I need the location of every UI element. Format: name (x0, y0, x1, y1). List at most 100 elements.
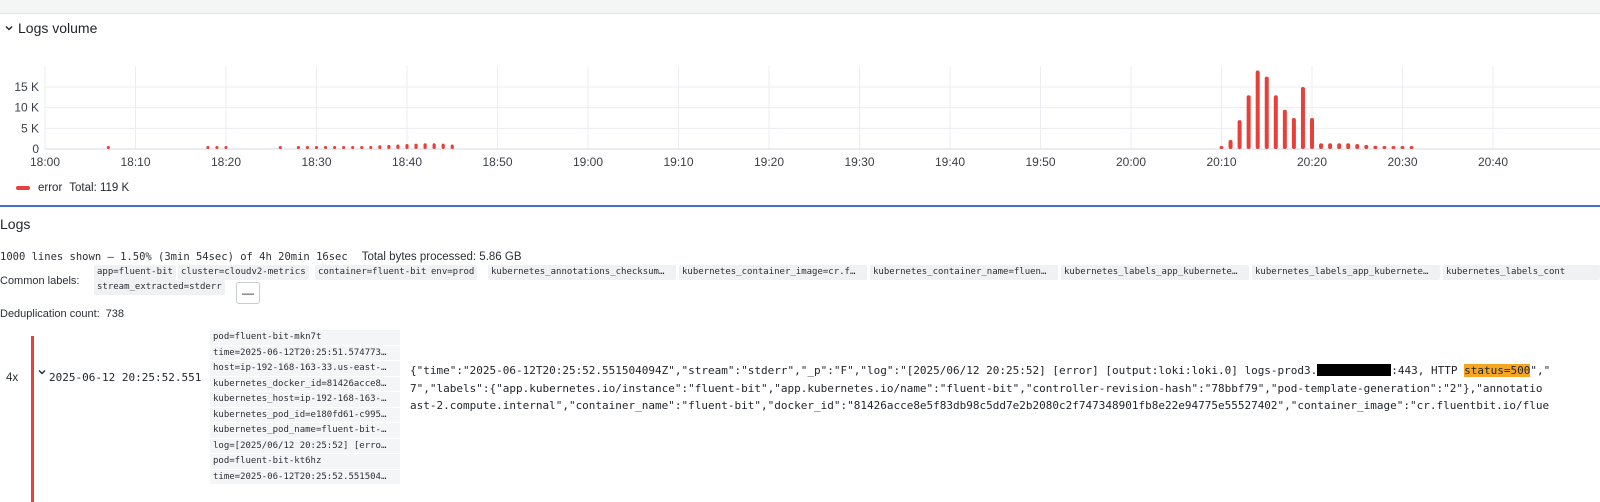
top-toolbar-strip (0, 0, 1600, 14)
x-tick-label: 18:30 (301, 155, 331, 169)
common-label-chip: app=fluent-bit (94, 265, 176, 280)
y-tick-label: 5 K (21, 121, 39, 135)
bar-error (1373, 145, 1378, 149)
common-label-chip: cluster=cloudv2-metrics (178, 265, 309, 280)
x-tick-label: 18:10 (120, 155, 150, 169)
logs-volume-chart: 0 5 K 10 K 15 K 18:00 18:10 18:20 18:30 18:40 18:… (14, 66, 1600, 169)
bar-error (1228, 139, 1233, 149)
x-tick-label: 20:30 (1387, 155, 1417, 169)
log-text: "," (1530, 364, 1551, 377)
common-label-chip: kubernetes_labels_app_kubernete… (1061, 265, 1249, 280)
x-tick-label: 18:50 (482, 155, 512, 169)
bar-error (333, 146, 337, 149)
log-field[interactable]: time=2025-06-12T20:25:51.574773… (210, 346, 400, 361)
common-label-chip: kubernetes_annotations_checksum… (488, 265, 676, 280)
chart-legend[interactable]: error Total: 119 K (16, 180, 129, 196)
bar-error (1319, 143, 1324, 149)
bar-error (1264, 76, 1269, 149)
x-tick-label: 18:40 (392, 155, 422, 169)
log-field[interactable]: time=2025-06-12T20:25:52.551504… (210, 470, 400, 485)
x-tick-label: 20:00 (1116, 155, 1146, 169)
log-timestamp[interactable]: 2025-06-12 20:25:52.551 (49, 371, 201, 384)
bar-error (206, 146, 210, 149)
bar-error (423, 143, 427, 149)
bar-error (278, 146, 282, 149)
bar-error (215, 146, 219, 149)
common-label-chip: kubernetes_labels_app_kubernete… (1252, 265, 1440, 280)
logs-stats: 1000 lines shown — 1.50% (3min 54sec) of… (0, 251, 522, 263)
bar-error (1310, 118, 1314, 149)
bar-error (414, 143, 418, 149)
bytes-processed-text: Total bytes processed: 5.86 GB (361, 251, 522, 263)
log-field[interactable]: kubernetes_host=ip-192-168-163-… (210, 392, 400, 408)
bar-error (1400, 146, 1405, 149)
bar-error (1382, 146, 1387, 149)
y-tick-label: 0 (32, 142, 39, 156)
x-tick-label: 19:10 (663, 155, 693, 169)
bar-error (314, 146, 319, 149)
log-field[interactable]: host=ip-192-168-163-33.us-east-… (210, 361, 400, 377)
common-label-chip: container=fluent-bit (315, 265, 430, 280)
bar-error (450, 144, 454, 149)
legend-total: Total: 119 K (69, 182, 130, 194)
bar-error (342, 146, 346, 149)
bar-error (351, 146, 355, 149)
bar-error (1282, 109, 1287, 149)
panel-divider (0, 205, 1600, 207)
y-tick-label: 10 K (14, 101, 39, 115)
x-tick-label: 18:00 (30, 155, 60, 169)
dedup-value: 738 (105, 308, 125, 320)
chevron-down-icon[interactable] (36, 366, 48, 378)
bar-error (1300, 87, 1305, 149)
log-field[interactable]: pod=fluent-bit-mkn7t (210, 330, 400, 346)
bar-error (369, 146, 373, 149)
x-tick-label: 19:40 (935, 155, 965, 169)
y-tick-label: 15 K (14, 80, 39, 94)
logs-volume-title: Logs volume (18, 20, 98, 36)
collapse-labels-button[interactable]: — (236, 282, 260, 304)
redacted-block (1317, 364, 1392, 376)
bar-error (1391, 146, 1396, 149)
log-field[interactable]: log=[2025/06/12 20:25:52] [erro… (210, 439, 400, 454)
bar-error (441, 143, 445, 149)
bar-error (405, 144, 409, 149)
x-tick-label: 20:40 (1478, 155, 1508, 169)
log-field[interactable]: kubernetes_pod_id=e180fd61-c995… (210, 408, 400, 423)
bar-error (378, 145, 382, 149)
bar-error (1291, 118, 1296, 149)
legend-series-name: error (38, 182, 63, 194)
common-label-chip: kubernetes_container_image=cr.f… (679, 265, 867, 280)
common-label-chip: kubernetes_container_name=fluen… (870, 265, 1058, 280)
x-tick-label: 19:00 (573, 155, 603, 169)
highlighted-status: status=500 (1464, 364, 1531, 377)
bar-error (323, 146, 328, 149)
log-line-2[interactable]: 7","labels":{"app.kubernetes.io/instance… (410, 382, 1542, 395)
log-line-3[interactable]: ast-2.compute.internal","container_name"… (410, 399, 1549, 412)
bar-error (1355, 144, 1360, 149)
log-fields-column: pod=fluent-bit-mkn7t time=2025-06-12T20:… (210, 330, 400, 485)
x-tick-label: 19:20 (754, 155, 784, 169)
log-level-bar-error (31, 336, 34, 502)
common-labels-label: Common labels: (0, 275, 80, 287)
dedup-label: Deduplication count: (0, 308, 100, 320)
legend-swatch-error (16, 186, 30, 190)
log-field[interactable]: kubernetes_pod_name=fluent-bit-… (210, 423, 400, 439)
bar-error (387, 144, 391, 149)
bar-error (1364, 144, 1369, 149)
common-label-chip: env=prod (428, 265, 478, 280)
bar-error (1237, 120, 1242, 149)
log-field[interactable]: pod=fluent-bit-kt6hz (210, 454, 400, 470)
bar-error (1255, 70, 1260, 149)
lines-shown-text: 1000 lines shown — 1.50% (3min 54sec) of… (0, 251, 348, 263)
x-tick-label: 19:50 (1025, 155, 1055, 169)
bar-error (360, 146, 364, 149)
log-text: :443, HTTP (1391, 364, 1465, 377)
logs-volume-header[interactable]: Logs volume (0, 16, 97, 40)
bar-error (296, 146, 300, 149)
chevron-down-icon (5, 25, 13, 31)
common-label-chip: stream_extracted=stderr (94, 280, 225, 295)
log-field[interactable]: kubernetes_docker_id=81426acce8… (210, 377, 400, 392)
common-label-chip: kubernetes_labels_cont (1443, 265, 1600, 280)
bar-error (1273, 95, 1278, 149)
log-line-1[interactable]: {"time":"2025-06-12T20:25:52.551504094Z"… (410, 364, 1550, 377)
